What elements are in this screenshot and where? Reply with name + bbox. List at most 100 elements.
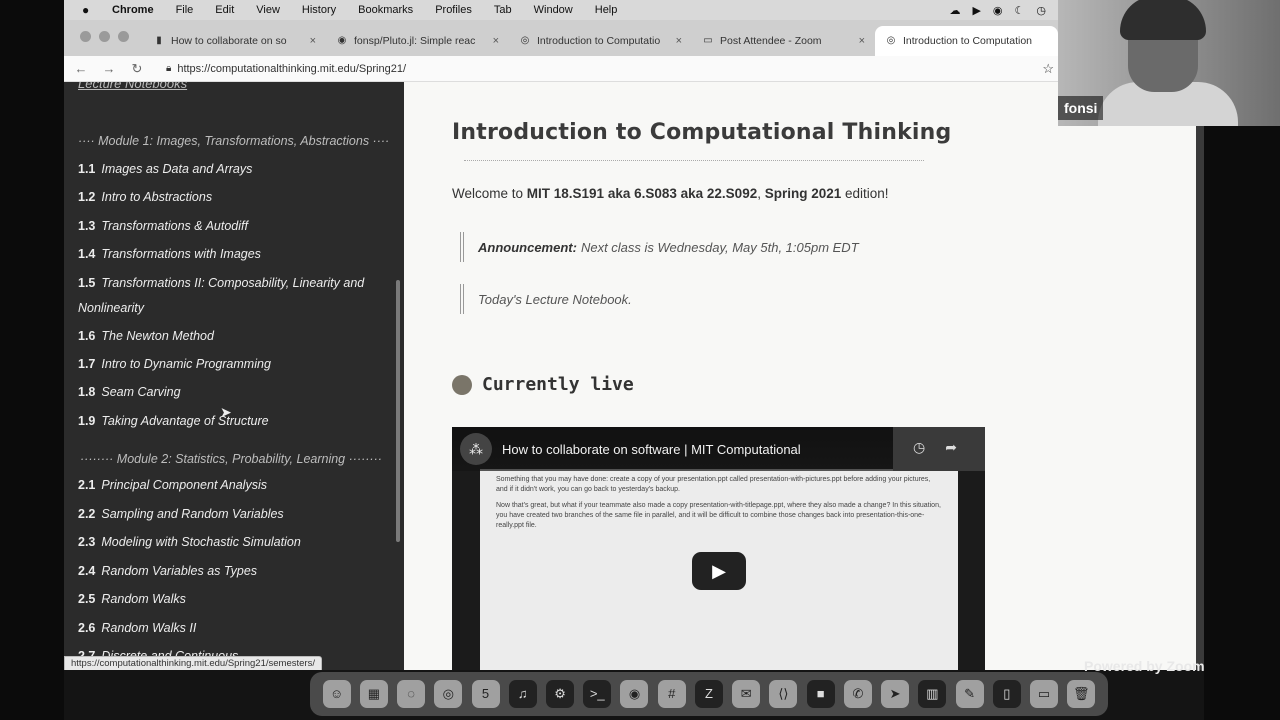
right-dark-area — [1204, 82, 1280, 670]
clock-icon[interactable]: ◷ — [1036, 4, 1046, 17]
sidebar-item-1-7[interactable]: 1.7 Intro to Dynamic Programming — [78, 352, 390, 377]
mail-icon[interactable]: ✉ — [732, 680, 761, 708]
sidebar-item-1-9[interactable]: 1.9 Taking Advantage of Structure — [78, 409, 390, 434]
music-icon[interactable]: ♫ — [508, 680, 537, 708]
menu-history[interactable]: History — [302, 4, 336, 16]
close-tab-icon[interactable]: × — [493, 35, 499, 47]
address-bar: ← → ↻ 🔒︎ https://computationalthinking.m… — [64, 56, 1058, 82]
github-icon: ◉ — [337, 35, 347, 46]
sidebar-item-1-8[interactable]: 1.8 Seam Carving — [78, 380, 390, 405]
menu-file[interactable]: File — [176, 4, 194, 16]
welcome-prefix: Welcome to — [452, 186, 527, 201]
lecture-notebook-link[interactable]: Today's Lecture Notebook. — [478, 292, 632, 307]
close-tab-icon[interactable]: × — [676, 35, 682, 47]
telegram-icon[interactable]: ➤ — [881, 680, 910, 708]
watch-later-icon[interactable]: ◷ — [913, 439, 925, 456]
tab-zoom[interactable]: ▭ Post Attendee - Zoom × — [692, 26, 875, 56]
item-title: Transformations II: Composability, Linea… — [78, 276, 365, 315]
video-actions: ◷ ➦ — [913, 439, 957, 456]
sidebar-scrollbar[interactable] — [396, 280, 400, 542]
cloud-icon[interactable]: ☁ — [949, 4, 960, 17]
bookmark-star-icon[interactable]: ☆ — [1042, 61, 1054, 77]
record-icon[interactable]: ◉ — [993, 4, 1003, 17]
sidebar-item-1-2[interactable]: 1.2 Intro to Abstractions — [78, 185, 390, 210]
screenshot-icon[interactable]: ▭ — [1030, 680, 1059, 708]
zoom-window-button[interactable] — [118, 31, 129, 42]
moon-icon[interactable]: ☾ — [1015, 4, 1025, 17]
sidebar-item-2-6[interactable]: 2.6 Random Walks II — [78, 616, 390, 641]
tab-github[interactable]: ◉ fonsp/Pluto.jl: Simple reac × — [326, 26, 509, 56]
menu-window[interactable]: Window — [534, 4, 573, 16]
tab-intro-1[interactable]: ◎ Introduction to Computatio × — [509, 26, 692, 56]
sidebar-item-1-1[interactable]: 1.1 Images as Data and Arrays — [78, 157, 390, 182]
menu-chrome[interactable]: Chrome — [112, 4, 154, 16]
item-title: The Newton Method — [101, 329, 214, 343]
menu-tab[interactable]: Tab — [494, 4, 512, 16]
apple-icon[interactable]: ● — [82, 3, 98, 17]
preview-icon[interactable]: ▯ — [992, 680, 1021, 708]
settings-icon[interactable]: ⚙ — [546, 680, 575, 708]
github-desktop-icon[interactable]: ◉ — [620, 680, 649, 708]
trash-icon[interactable]: 🗑︎ — [1067, 680, 1096, 708]
terminal-icon[interactable]: >_ — [583, 680, 612, 708]
lock-icon[interactable]: 🔒︎ — [166, 63, 171, 74]
zoom-icon[interactable]: ■ — [806, 680, 835, 708]
menu-edit[interactable]: Edit — [215, 4, 234, 16]
sidebar-item-1-5[interactable]: 1.5 Transformations II: Composability, Li… — [78, 271, 390, 321]
forward-icon[interactable]: → — [98, 61, 120, 76]
sidebar-item-2-2[interactable]: 2.2 Sampling and Random Variables — [78, 502, 390, 527]
menu-profiles[interactable]: Profiles — [435, 4, 472, 16]
chrome-icon[interactable]: ◎ — [434, 680, 463, 708]
launchpad-icon[interactable]: ▦ — [359, 680, 388, 708]
item-number: 2.5 — [78, 592, 96, 606]
sidebar-item-2-1[interactable]: 2.1 Principal Component Analysis — [78, 473, 390, 498]
close-tab-icon[interactable]: × — [859, 35, 865, 47]
menu-help[interactable]: Help — [595, 4, 618, 16]
item-title: Intro to Abstractions — [101, 190, 213, 204]
whatsapp-icon[interactable]: ✆ — [843, 680, 872, 708]
tab-label: fonsp/Pluto.jl: Simple reac — [354, 35, 476, 47]
zoom-icon: ▭ — [703, 35, 713, 46]
sidebar-item-2-4[interactable]: 2.4 Random Variables as Types — [78, 559, 390, 584]
item-number: 2.2 — [78, 507, 96, 521]
currently-live-heading: Currently live — [452, 374, 634, 395]
item-number: 1.6 — [78, 329, 96, 343]
sidebar-item-2-5[interactable]: 2.5 Random Walks — [78, 587, 390, 612]
activity-icon[interactable]: ▥ — [918, 680, 947, 708]
minimize-window-button[interactable] — [99, 31, 110, 42]
module-1-title: Module 1: Images, Transformations, Abstr… — [98, 134, 370, 148]
play-button[interactable]: ▶ — [692, 552, 746, 590]
video-title[interactable]: How to collaborate on software | MIT Com… — [502, 442, 801, 457]
tab-youtube[interactable]: ▮ How to collaborate on so × — [143, 26, 326, 56]
notes-icon[interactable]: ✎ — [955, 680, 984, 708]
tab-label: Post Attendee - Zoom — [720, 35, 822, 47]
channel-avatar-icon[interactable]: ⁂ — [460, 433, 492, 465]
tab-intro-active[interactable]: ◎ Introduction to Computation — [875, 26, 1058, 56]
item-number: 1.9 — [78, 414, 96, 428]
finder-icon[interactable]: ☺ — [322, 680, 351, 708]
sidebar-item-2-3[interactable]: 2.3 Modeling with Stochastic Simulation — [78, 530, 390, 555]
main-content: Introduction to Computational Thinking W… — [404, 82, 1204, 670]
item-title: Sampling and Random Variables — [101, 507, 284, 521]
url-field[interactable]: https://computationalthinking.mit.edu/Sp… — [177, 63, 406, 75]
share-icon[interactable]: ➦ — [945, 439, 957, 456]
close-window-button[interactable] — [80, 31, 91, 42]
item-title: Transformations & Autodiff — [101, 219, 248, 233]
item-title: Seam Carving — [101, 385, 181, 399]
sidebar-item-1-6[interactable]: 1.6 The Newton Method — [78, 324, 390, 349]
slack-icon[interactable]: # — [657, 680, 686, 708]
calendar-icon[interactable]: 5 — [471, 680, 500, 708]
play-icon[interactable]: ▶ — [972, 4, 980, 17]
youtube-embed[interactable]: Something that you may have done: create… — [452, 427, 985, 670]
sidebar-item-1-3[interactable]: 1.3 Transformations & Autodiff — [78, 214, 390, 239]
vscode-icon[interactable]: ⟨⟩ — [769, 680, 798, 708]
back-icon[interactable]: ← — [70, 61, 92, 76]
menu-bookmarks[interactable]: Bookmarks — [358, 4, 413, 16]
close-tab-icon[interactable]: × — [310, 35, 316, 47]
sidebar-item-1-4[interactable]: 1.4 Transformations with Images — [78, 242, 390, 267]
zotero-icon[interactable]: Z — [694, 680, 723, 708]
menu-view[interactable]: View — [256, 4, 280, 16]
safari-icon[interactable]: ◌ — [397, 680, 426, 708]
sidebar-top-link[interactable]: Lecture Notebooks — [78, 82, 187, 91]
reload-icon[interactable]: ↻ — [126, 61, 148, 77]
